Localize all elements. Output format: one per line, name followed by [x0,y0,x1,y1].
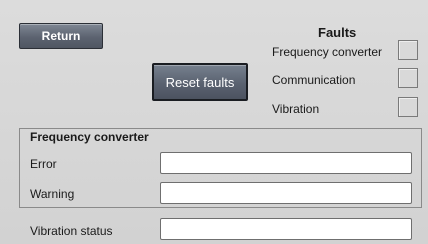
fault-label-vibration: Vibration [272,102,320,116]
return-button[interactable]: Return [19,23,103,49]
fault-screen: Return Reset faults Faults Frequency con… [0,0,428,244]
faults-title: Faults [318,25,357,40]
reset-faults-button-label: Reset faults [165,74,235,90]
warning-field[interactable] [160,182,412,204]
warning-label: Warning [30,187,75,201]
fault-label-frequency-converter: Frequency converter [272,45,383,59]
fault-indicator-communication [398,68,418,88]
return-button-label: Return [41,29,81,43]
vibration-status-field[interactable] [160,218,412,240]
vibration-status-label: Vibration status [30,224,113,238]
error-field[interactable] [160,152,412,174]
error-label: Error [30,157,57,171]
fault-indicator-vibration [398,97,418,117]
frequency-converter-group-title: Frequency converter [30,130,149,144]
reset-faults-button[interactable]: Reset faults [152,63,248,101]
fault-indicator-frequency-converter [398,40,418,60]
fault-label-communication: Communication [272,73,356,87]
